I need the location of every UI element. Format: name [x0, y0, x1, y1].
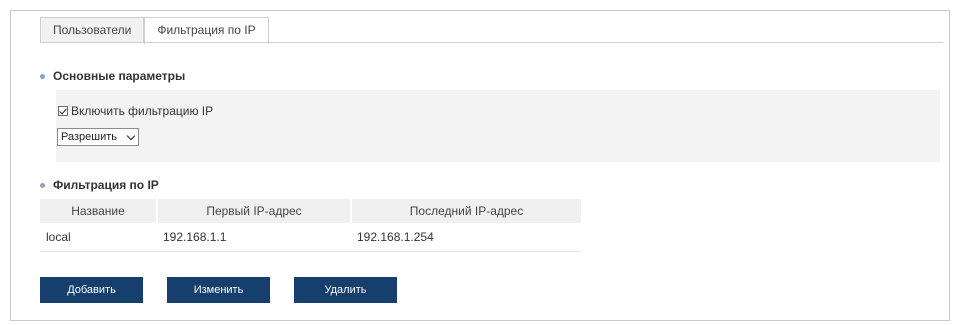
edit-button[interactable]: Изменить: [167, 277, 270, 303]
table-header-row: Название Первый IP-адрес Последний IP-ад…: [40, 199, 581, 223]
filter-mode-value: Разрешить: [61, 131, 117, 143]
column-header-name: Название: [40, 199, 158, 223]
enable-ip-filter-checkbox[interactable]: [58, 106, 68, 116]
delete-button[interactable]: Удалить: [294, 277, 397, 303]
section-ip-filter: Фильтрация по IP: [40, 178, 159, 192]
tab-users[interactable]: Пользователи: [40, 17, 145, 43]
enable-ip-filter-label: Включить фильтрацию IP: [71, 104, 214, 118]
section-filter-title: Фильтрация по IP: [53, 178, 159, 192]
cell-first-ip: 192.168.1.1: [157, 223, 351, 252]
filter-mode-select[interactable]: Разрешить: [57, 128, 139, 146]
enable-ip-filter-row: Включить фильтрацию IP: [58, 104, 213, 118]
cell-last-ip: 192.168.1.254: [351, 223, 581, 252]
section-basic-params: Основные параметры: [40, 69, 185, 83]
cell-name: local: [40, 223, 157, 252]
bullet-icon: [40, 182, 45, 188]
chevron-down-icon: [126, 131, 136, 141]
column-header-first-ip: Первый IP-адрес: [157, 199, 352, 223]
tab-divider: [40, 42, 943, 43]
bullet-icon: [40, 73, 45, 79]
tab-bar: Пользователи Фильтрация по IP: [40, 17, 269, 44]
column-header-last-ip: Последний IP-адрес: [351, 199, 581, 223]
section-basic-title: Основные параметры: [53, 69, 186, 83]
ip-filter-table: Название Первый IP-адрес Последний IP-ад…: [40, 199, 581, 252]
action-buttons: Добавить Изменить Удалить: [40, 277, 421, 303]
tab-ip-filter[interactable]: Фильтрация по IP: [144, 17, 269, 44]
basic-params-box: [56, 90, 940, 162]
settings-panel: [10, 10, 950, 321]
table-row[interactable]: local 192.168.1.1 192.168.1.254: [40, 223, 581, 252]
add-button[interactable]: Добавить: [40, 277, 143, 303]
